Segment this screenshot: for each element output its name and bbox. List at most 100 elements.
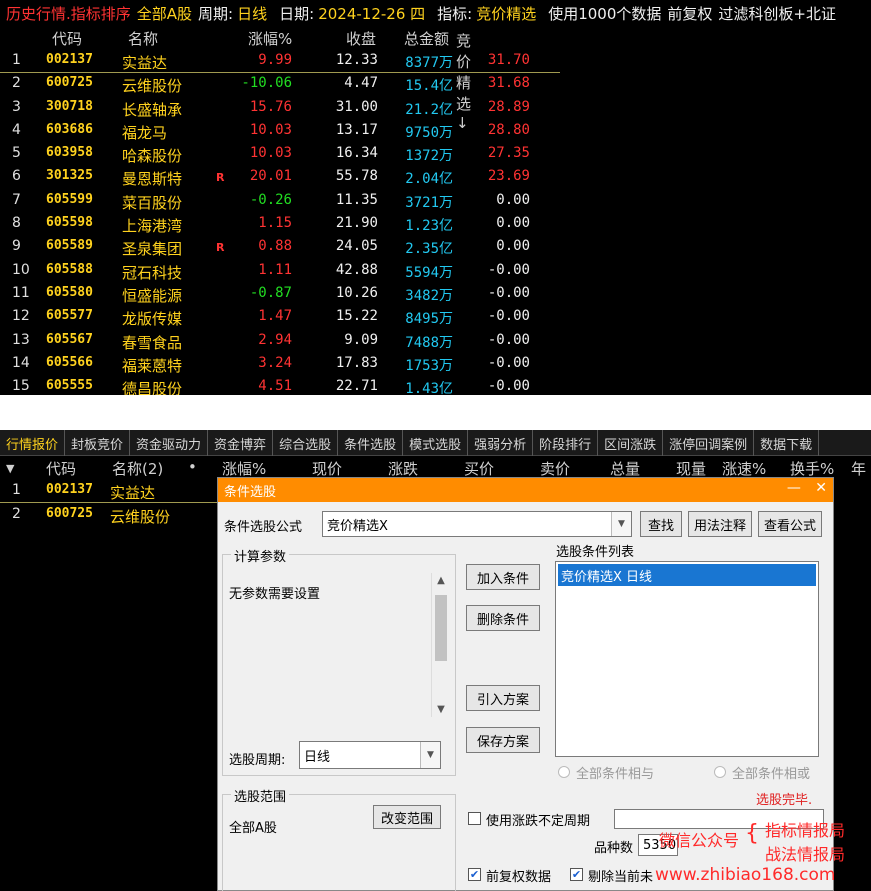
row-name: 福莱蒽特 [122,356,183,375]
adjust-data-checkbox[interactable]: ✔ [468,868,481,881]
ranking-row[interactable]: 7 605599 菜百股份 -0.26 11.35 3721万 0.00 [0,190,560,213]
row-change-pct: 9.99 [258,52,292,68]
radio-or-label: 全部条件相或 [732,767,811,782]
tab-1[interactable]: 封板竞价 [65,430,131,456]
ranking-row[interactable]: 4 603686 福龙马 10.03 13.17 9750万 28.80 [0,120,560,143]
data-count-note: 使用1000个数据 [548,4,662,23]
uncertain-period-checkbox[interactable] [468,812,481,825]
col-name[interactable]: 名称(2) [112,458,163,479]
row-code: 002137 [46,52,93,67]
col-change[interactable]: 涨跌 [388,458,418,479]
tab-4[interactable]: 综合选股 [273,430,339,456]
row-index: 6 [12,168,21,185]
usage-notes-button[interactable]: 用法注释 [688,511,752,537]
find-button[interactable]: 查找 [640,511,682,537]
menu-triangle-icon[interactable]: ▼ [6,462,14,475]
dropdown-arrow-icon[interactable]: ▼ [420,742,440,768]
ranking-row[interactable]: 14 605566 福莱蒽特 3.24 17.83 1753万 -0.00 [0,353,560,376]
condition-list[interactable]: 竞价精选X 日线 [555,561,819,757]
tab-3[interactable]: 资金博弈 [208,430,274,456]
scroll-up-icon[interactable]: ▲ [432,575,450,586]
add-condition-button[interactable]: 加入条件 [466,564,540,590]
delete-condition-button[interactable]: 删除条件 [466,605,540,631]
tab-0[interactable]: 行情报价 [0,430,66,456]
quote-row[interactable]: 1 002137 实益达 [0,480,220,503]
period-value[interactable]: 日线 [237,5,267,23]
ranking-row[interactable]: 11 605580 恒盛能源 -0.87 10.26 3482万 -0.00 [0,283,560,306]
remove-unlisted-checkbox[interactable]: ✔ [570,868,583,881]
date-value[interactable]: 2024-12-26 四 [318,5,425,23]
ranking-row[interactable]: 3 300718 长盛轴承 15.76 31.00 21.2亿 28.89 [0,97,560,120]
col-amount[interactable]: 总金额 [404,28,449,49]
col-turnover[interactable]: 换手% [790,458,834,479]
watermark-name1: 指标情报局 [765,821,846,840]
col-speed[interactable]: 涨速% [722,458,766,479]
row-name: 菜百股份 [122,193,183,212]
tab-7[interactable]: 强弱分析 [468,430,534,456]
ranking-row[interactable]: 6 301325 曼恩斯特 R 20.01 55.78 2.04亿 23.69 [0,166,560,189]
top-table-body: 1 002137 实益达 9.99 12.33 8377万 31.70 2 600725 云维股份… [0,50,560,395]
ranking-row[interactable]: 10 605588 冠石科技 1.11 42.88 5594万 -0.00 [0,260,560,283]
view-formula-button[interactable]: 查看公式 [758,511,822,537]
adjust-mode[interactable]: 前复权 [667,3,712,24]
ranking-row[interactable]: 1 002137 实益达 9.99 12.33 8377万 31.70 [0,50,560,74]
tab-10[interactable]: 涨停回调案例 [663,430,755,456]
col-price[interactable]: 现价 [312,458,342,479]
condition-list-item[interactable]: 竞价精选X 日线 [558,564,816,586]
row-index: 5 [12,145,21,162]
col-code[interactable]: 代码 [52,28,82,49]
col-name[interactable]: 名称 [128,28,158,49]
col-dot: • [188,458,197,476]
ranking-row[interactable]: 2 600725 云维股份 -10.06 4.47 15.4亿 31.68 [0,73,560,96]
ranking-row[interactable]: 15 605555 德昌股份 4.51 22.71 1.43亿 -0.00 [0,376,560,395]
col-code[interactable]: 代码 [46,458,76,479]
tab-6[interactable]: 模式选股 [403,430,469,456]
mode-title[interactable]: 历史行情.指标排序 [6,3,131,24]
tab-9[interactable]: 区间涨跌 [598,430,664,456]
row-name: 曼恩斯特 [122,170,183,189]
scroll-thumb[interactable] [435,595,447,661]
ranking-row[interactable]: 9 605589 圣泉集团 R 0.88 24.05 2.35亿 0.00 [0,236,560,259]
row-name: 冠石科技 [122,263,183,282]
row-index: 3 [12,98,21,115]
radio-or[interactable] [714,766,726,778]
row-score: 0.00 [496,238,530,255]
params-scrollbar[interactable]: ▲ ▼ [431,573,449,717]
filter-note[interactable]: 过滤科创板+北证 [718,3,836,24]
col-ask[interactable]: 卖价 [540,458,570,479]
change-range-button[interactable]: 改变范围 [373,805,441,829]
ranking-row[interactable]: 12 605577 龙版传媒 1.47 15.22 8495万 -0.00 [0,306,560,329]
market-label[interactable]: 全部A股 [137,3,192,24]
row-name: 云维股份 [110,508,171,526]
indicator-label: 指标: 竞价精选 [437,3,542,24]
col-close[interactable]: 收盘 [346,28,376,49]
col-change-pct[interactable]: 涨幅% [248,28,292,49]
dialog-titlebar[interactable]: 条件选股 — ✕ [218,478,833,502]
tab-2[interactable]: 资金驱动力 [130,430,209,456]
tab-11[interactable]: 数据下载 [754,430,820,456]
row-score: 27.35 [487,145,530,162]
col-bid[interactable]: 买价 [464,458,494,479]
radio-and[interactable] [558,766,570,778]
col-change-pct[interactable]: 涨幅% [222,458,266,479]
row-amount: 3721万 [405,194,453,211]
ranking-row[interactable]: 5 603958 哈森股份 10.03 16.34 1372万 27.35 [0,143,560,166]
import-plan-button[interactable]: 引入方案 [466,685,540,711]
minimize-icon[interactable]: — [787,480,801,496]
col-current-volume[interactable]: 现量 [676,458,706,479]
col-volume[interactable]: 总量 [610,458,640,479]
ranking-row[interactable]: 8 605598 上海港湾 1.15 21.90 1.23亿 0.00 [0,213,560,236]
dropdown-arrow-icon[interactable]: ▼ [611,512,631,536]
indicator-value[interactable]: 竞价精选 [476,5,536,23]
period-select[interactable]: 日线 ▼ [299,741,441,769]
row-name: 实益达 [110,484,156,502]
col-year[interactable]: 年 [851,458,866,479]
save-plan-button[interactable]: 保存方案 [466,727,540,753]
row-amount: 8377万 [405,55,453,71]
ranking-row[interactable]: 13 605567 春雪食品 2.94 9.09 7488万 -0.00 [0,330,560,353]
formula-select[interactable]: 竞价精选X ▼ [322,511,632,537]
tab-8[interactable]: 阶段排行 [533,430,599,456]
scroll-down-icon[interactable]: ▼ [432,704,450,715]
close-icon[interactable]: ✕ [815,480,827,496]
tab-5[interactable]: 条件选股 [338,430,404,456]
